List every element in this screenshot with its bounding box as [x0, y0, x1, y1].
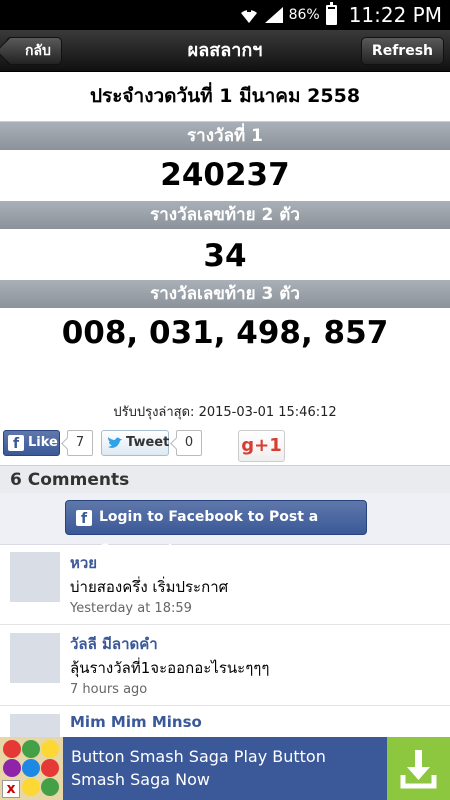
draw-date: ประจำงวดวันที่ 1 มีนาคม 2558 — [0, 72, 450, 122]
ad-game-thumbnail[interactable]: x — [0, 737, 63, 800]
status-bar: 86% 11:22 PM — [0, 0, 450, 30]
battery-percent: 86% — [288, 7, 320, 23]
avatar[interactable] — [10, 633, 60, 683]
refresh-button[interactable]: Refresh — [360, 37, 444, 65]
like-count: 7 — [67, 430, 93, 456]
prize-last2-value: 34 — [203, 238, 247, 274]
prize-first-header: รางวัลที่ 1 — [0, 122, 450, 150]
comment-author[interactable]: หวย — [70, 551, 97, 575]
avatar[interactable] — [10, 552, 60, 602]
twitter-bird-icon — [108, 437, 122, 448]
comment-author[interactable]: Mim Mim Minso — [70, 713, 202, 731]
facebook-login-button[interactable]: f Login to Facebook to Post a Comment — [65, 500, 367, 558]
tweet-label: Tweet — [126, 435, 170, 450]
facebook-icon: f — [8, 435, 24, 452]
prize-first-value: 240237 — [160, 157, 290, 193]
tweet-button[interactable]: Tweet — [101, 430, 169, 456]
comment-login-area: f Login to Facebook to Post a Comment — [0, 493, 450, 558]
facebook-icon: f — [76, 510, 92, 527]
prize-last2-header: รางวัลเลขท้าย 2 ตัว — [0, 201, 450, 229]
wifi-icon — [240, 9, 257, 23]
back-button[interactable]: กลับ — [6, 37, 62, 65]
comment-item: วัลลี มีลาดคำ ลุ้นรางวัลที่1จะออกอะไรนะๆ… — [0, 626, 450, 706]
like-label: Like — [28, 435, 58, 450]
back-button-label: กลับ — [25, 43, 51, 59]
download-icon — [400, 750, 437, 789]
battery-icon — [325, 2, 337, 25]
ad-close-button[interactable]: x — [2, 780, 20, 798]
prize-last3-header: รางวัลเลขท้าย 3 ตัว — [0, 280, 450, 308]
tweet-count: 0 — [176, 430, 202, 456]
comment-text: บ่ายสองครึ่ง เริ่มประกาศ — [70, 578, 229, 596]
facebook-like-button[interactable]: f Like — [3, 430, 60, 456]
comment-author[interactable]: วัลลี มีลาดคำ — [70, 632, 158, 656]
comment-time: Yesterday at 18:59 — [70, 601, 192, 616]
google-plus-one-button[interactable]: g+1 — [238, 430, 285, 462]
comment-text: ลุ้นรางวัลที่1จะออกอะไรนะๆๆๆ — [70, 659, 270, 677]
prize-last3-value: 008, 031, 498, 857 — [61, 315, 389, 351]
top-nav-bar: ผลสลากฯ กลับ Refresh — [0, 30, 450, 72]
clock: 11:22 PM — [348, 3, 442, 27]
ad-download-button[interactable] — [387, 737, 450, 800]
signal-icon — [264, 7, 283, 23]
comment-time: 7 hours ago — [70, 682, 148, 697]
ad-text[interactable]: Button Smash Saga Play Button Smash Saga… — [71, 745, 371, 791]
ad-banner[interactable]: x Button Smash Saga Play Button Smash Sa… — [0, 737, 450, 800]
comments-count-header: 6 Comments — [0, 465, 450, 493]
last-updated: ปรับปรุงล่าสุด: 2015-03-01 15:46:12 — [113, 405, 337, 420]
comment-item: หวย บ่ายสองครึ่ง เริ่มประกาศ Yesterday a… — [0, 545, 450, 625]
